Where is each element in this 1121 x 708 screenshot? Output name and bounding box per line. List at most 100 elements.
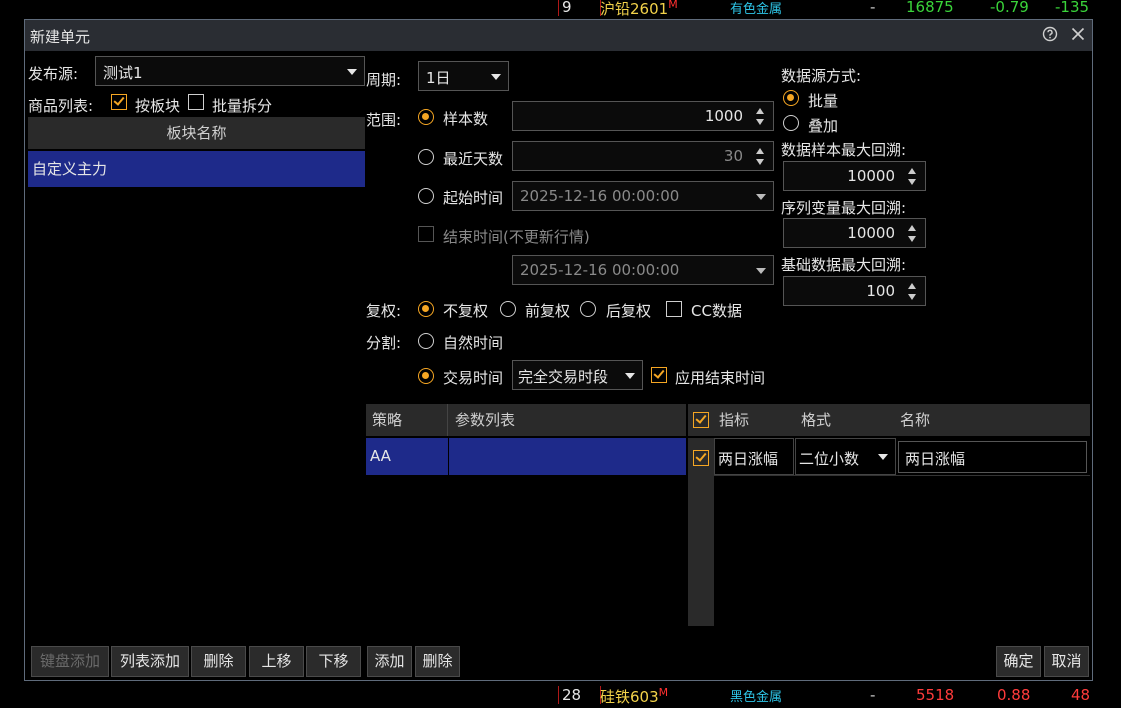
indicator-table-header: 指标 格式 名称	[688, 404, 1090, 436]
post-adjust-label: 后复权	[606, 302, 652, 320]
quote-sector: 黑色金属	[730, 690, 783, 705]
spin-down-icon[interactable]	[756, 119, 764, 125]
quote-price: 5518	[916, 686, 955, 704]
spin-up-icon[interactable]	[756, 108, 764, 114]
cc-data-checkbox[interactable]	[666, 301, 682, 317]
add-strategy-button[interactable]: 添加	[367, 646, 412, 677]
format-value: 二位小数	[799, 450, 860, 468]
batch-radio[interactable]	[783, 90, 799, 106]
dialog-title: 新建单元	[30, 28, 91, 46]
sample-count-spinner[interactable]: 1000	[512, 101, 774, 131]
strategy-name: AA	[370, 447, 391, 465]
by-sector-label: 按板块	[135, 97, 181, 115]
max-sample-value: 10000	[847, 167, 895, 185]
new-unit-dialog: 新建单元 发布源: 测试1 商品列表: 按板块 批量拆分 板块名称 自定义主力 …	[24, 19, 1093, 681]
recent-days-radio[interactable]	[418, 149, 434, 165]
move-up-button[interactable]: 上移	[249, 646, 304, 677]
trading-period-value: 完全交易时段	[518, 368, 609, 386]
strategy-row[interactable]: AA	[366, 438, 686, 475]
trading-period-select[interactable]: 完全交易时段	[512, 360, 643, 390]
col-name: 名称	[900, 411, 931, 429]
recent-days-spinner[interactable]: 30	[512, 141, 774, 171]
format-select[interactable]: 二位小数	[795, 438, 896, 475]
sample-count-value: 1000	[704, 107, 743, 125]
indicator-row-checkbox[interactable]	[693, 450, 709, 466]
strategy-table-header: 策略 参数列表	[366, 404, 686, 436]
spin-up-icon[interactable]	[756, 148, 764, 154]
start-time-value: 2025-12-16 00:00:00	[520, 187, 680, 205]
chevron-down-icon	[756, 194, 766, 200]
delete-button[interactable]: 删除	[191, 646, 246, 677]
quote-price: 16875	[906, 0, 954, 16]
trading-time-label: 交易时间	[443, 369, 504, 387]
ok-button[interactable]: 确定	[996, 646, 1041, 677]
quote-dash: -	[870, 686, 876, 704]
overlay-radio[interactable]	[783, 115, 799, 131]
max-base-spinner[interactable]: 100	[783, 276, 926, 306]
pre-adjust-radio[interactable]	[500, 301, 516, 317]
col-params: 参数列表	[455, 411, 516, 429]
name-input[interactable]: 两日涨幅	[898, 441, 1087, 473]
spin-down-icon[interactable]	[908, 236, 916, 242]
quote-row: 28 硅铁603M 黑色金属 - 5518 0.88 48	[0, 686, 1121, 706]
question-circle-icon[interactable]	[1041, 26, 1059, 44]
chevron-down-icon	[347, 69, 357, 75]
select-all-checkbox[interactable]	[693, 412, 709, 428]
apply-end-time-checkbox[interactable]	[651, 367, 667, 383]
quote-name: 沪铅2601M	[600, 0, 678, 18]
sample-count-label: 样本数	[443, 110, 489, 128]
spin-up-icon[interactable]	[908, 168, 916, 174]
title-bar: 新建单元	[25, 20, 1092, 51]
max-base-label: 基础数据最大回溯:	[781, 256, 907, 274]
period-label: 周期:	[366, 71, 402, 89]
quote-sector: 有色金属	[730, 2, 783, 17]
indicator-value: 两日涨幅	[718, 450, 779, 468]
post-adjust-radio[interactable]	[580, 301, 596, 317]
pre-adjust-label: 前复权	[525, 302, 571, 320]
delete-strategy-button[interactable]: 删除	[415, 646, 460, 677]
chevron-down-icon	[756, 268, 766, 274]
spin-down-icon[interactable]	[908, 294, 916, 300]
spin-down-icon[interactable]	[756, 159, 764, 165]
max-series-value: 10000	[847, 224, 895, 242]
trading-time-radio[interactable]	[418, 368, 434, 384]
quote-row: 9 沪铅2601M 有色金属 - 16875 -0.79 -135	[0, 0, 1121, 18]
move-down-button[interactable]: 下移	[306, 646, 361, 677]
sample-count-radio[interactable]	[418, 109, 434, 125]
start-time-label: 起始时间	[443, 189, 504, 207]
spin-up-icon[interactable]	[908, 283, 916, 289]
column-divider	[447, 404, 448, 436]
list-add-button[interactable]: 列表添加	[111, 646, 189, 677]
spin-up-icon[interactable]	[908, 225, 916, 231]
row-divider	[714, 475, 1090, 476]
publisher-label: 发布源:	[28, 65, 79, 83]
start-time-radio[interactable]	[418, 188, 434, 204]
batch-split-checkbox[interactable]	[188, 94, 204, 110]
quote-change: 0.88	[997, 686, 1031, 704]
keyboard-add-button[interactable]: 键盘添加	[31, 646, 109, 677]
publisher-value: 测试1	[103, 64, 143, 82]
name-value: 两日涨幅	[905, 450, 966, 468]
quote-amount: -135	[1055, 0, 1090, 16]
by-sector-checkbox[interactable]	[111, 94, 127, 110]
end-time-picker[interactable]: 2025-12-16 00:00:00	[512, 255, 774, 285]
recent-days-label: 最近天数	[443, 150, 504, 168]
max-series-spinner[interactable]: 10000	[783, 218, 926, 248]
close-icon[interactable]	[1069, 26, 1087, 44]
start-time-picker[interactable]: 2025-12-16 00:00:00	[512, 181, 774, 211]
end-time-checkbox[interactable]	[418, 226, 434, 242]
cancel-button[interactable]: 取消	[1044, 646, 1089, 677]
spin-down-icon[interactable]	[908, 179, 916, 185]
max-sample-spinner[interactable]: 10000	[783, 161, 926, 191]
publisher-select[interactable]: 测试1	[95, 56, 365, 86]
sector-row[interactable]: 自定义主力	[28, 151, 365, 187]
batch-split-label: 批量拆分	[212, 97, 273, 115]
no-adjust-radio[interactable]	[418, 301, 434, 317]
column-divider	[448, 438, 449, 475]
no-adjust-label: 不复权	[443, 302, 489, 320]
indicator-cell[interactable]: 两日涨幅	[714, 438, 794, 475]
indicator-row[interactable]: 两日涨幅 二位小数 两日涨幅	[688, 438, 1090, 475]
period-select[interactable]: 1日	[418, 61, 509, 91]
natural-time-radio[interactable]	[418, 333, 434, 349]
max-base-value: 100	[866, 282, 895, 300]
